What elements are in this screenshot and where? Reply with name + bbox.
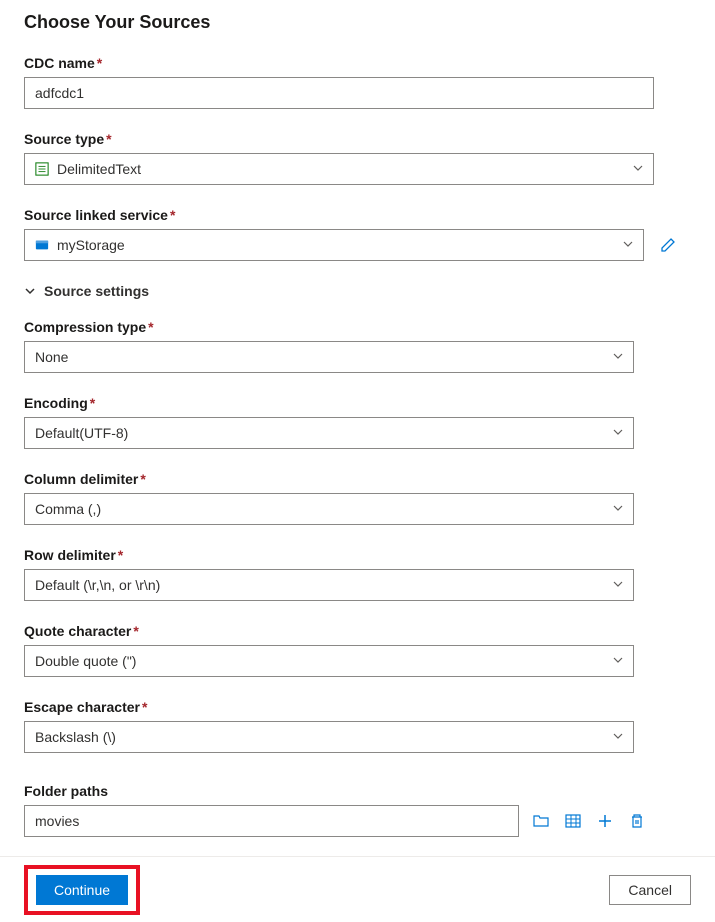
chevron-down-icon <box>24 285 36 297</box>
quote-character-value: Double quote (") <box>35 653 136 669</box>
continue-button[interactable]: Continue <box>36 875 128 905</box>
label-compression-type: Compression type* <box>24 319 691 335</box>
label-folder-paths: Folder paths <box>24 783 691 799</box>
label-source-linked-service: Source linked service* <box>24 207 691 223</box>
field-source-type: Source type* DelimitedText <box>24 131 691 185</box>
compression-type-value: None <box>35 349 68 365</box>
delimited-text-icon <box>35 162 49 176</box>
pencil-icon <box>660 237 676 253</box>
compression-type-select[interactable]: None <box>24 341 634 373</box>
trash-icon <box>629 813 645 829</box>
table-icon <box>565 813 581 829</box>
plus-icon <box>597 813 613 829</box>
label-source-type: Source type* <box>24 131 691 147</box>
row-delimiter-value: Default (\r,\n, or \r\n) <box>35 577 160 593</box>
field-escape-character: Escape character* Backslash (\) <box>24 699 691 753</box>
required-asterisk: * <box>90 395 95 411</box>
required-asterisk: * <box>170 207 175 223</box>
required-asterisk: * <box>106 131 111 147</box>
column-delimiter-value: Comma (,) <box>35 501 101 517</box>
required-asterisk: * <box>97 55 102 71</box>
source-linked-service-select[interactable]: myStorage <box>24 229 644 261</box>
continue-highlight: Continue <box>24 865 140 915</box>
source-settings-toggle[interactable]: Source settings <box>24 283 691 299</box>
encoding-select[interactable]: Default(UTF-8) <box>24 417 634 449</box>
label-quote-character: Quote character* <box>24 623 691 639</box>
folder-path-input[interactable] <box>24 805 519 837</box>
storage-icon <box>35 238 49 252</box>
field-column-delimiter: Column delimiter* Comma (,) <box>24 471 691 525</box>
required-asterisk: * <box>118 547 123 563</box>
field-cdc-name: CDC name* <box>24 55 691 109</box>
page-title: Choose Your Sources <box>24 12 691 33</box>
column-delimiter-select[interactable]: Comma (,) <box>24 493 634 525</box>
required-asterisk: * <box>142 699 147 715</box>
source-type-select[interactable]: DelimitedText <box>24 153 654 185</box>
dialog-footer: Continue Cancel <box>0 856 715 922</box>
required-asterisk: * <box>140 471 145 487</box>
field-encoding: Encoding* Default(UTF-8) <box>24 395 691 449</box>
field-source-linked-service: Source linked service* myStorage <box>24 207 691 261</box>
form-scroll-area[interactable]: Choose Your Sources CDC name* Source typ… <box>0 0 715 850</box>
label-column-delimiter: Column delimiter* <box>24 471 691 487</box>
preview-data-button[interactable] <box>563 811 583 831</box>
folder-icon <box>533 813 549 829</box>
escape-character-value: Backslash (\) <box>35 729 116 745</box>
escape-character-select[interactable]: Backslash (\) <box>24 721 634 753</box>
field-quote-character: Quote character* Double quote (") <box>24 623 691 677</box>
source-settings-label: Source settings <box>44 283 149 299</box>
source-type-value: DelimitedText <box>57 161 141 177</box>
cdc-name-input[interactable] <box>24 77 654 109</box>
required-asterisk: * <box>148 319 153 335</box>
label-escape-character: Escape character* <box>24 699 691 715</box>
encoding-value: Default(UTF-8) <box>35 425 128 441</box>
source-linked-service-value: myStorage <box>57 237 125 253</box>
field-row-delimiter: Row delimiter* Default (\r,\n, or \r\n) <box>24 547 691 601</box>
field-compression-type: Compression type* None <box>24 319 691 373</box>
delete-folder-button[interactable] <box>627 811 647 831</box>
label-encoding: Encoding* <box>24 395 691 411</box>
required-asterisk: * <box>133 623 138 639</box>
field-folder-paths: Folder paths <box>24 783 691 837</box>
label-cdc-name: CDC name* <box>24 55 691 71</box>
edit-linked-service-button[interactable] <box>654 229 682 261</box>
cancel-button[interactable]: Cancel <box>609 875 691 905</box>
label-row-delimiter: Row delimiter* <box>24 547 691 563</box>
row-delimiter-select[interactable]: Default (\r,\n, or \r\n) <box>24 569 634 601</box>
add-folder-button[interactable] <box>595 811 615 831</box>
quote-character-select[interactable]: Double quote (") <box>24 645 634 677</box>
browse-folder-button[interactable] <box>531 811 551 831</box>
